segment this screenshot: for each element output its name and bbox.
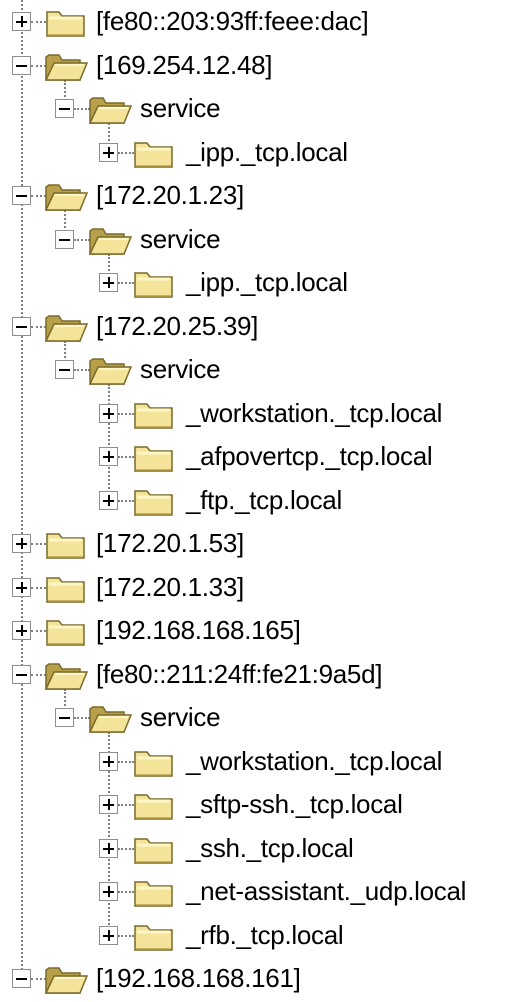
tree-item-level-0[interactable]: [192.168.168.165] [0,609,516,652]
tree-item-label: _sftp-ssh._tcp.local [186,789,403,819]
plus-expander-icon[interactable] [99,752,118,771]
tree-item-label: [169.254.12.48] [96,50,273,80]
tree-item-label: [172.20.25.39] [96,311,259,341]
plus-expander-icon[interactable] [99,273,118,292]
folder-closed-icon [44,613,88,649]
tree-item-level-0[interactable]: [172.20.1.33] [0,566,516,609]
tree-item-level-0[interactable]: [fe80::203:93ff:feee:dac] [0,0,516,43]
tree-item-label: _ftp._tcp.local [186,485,342,515]
minus-expander-icon[interactable] [12,186,31,205]
tree-item-label: _workstation._tcp.local [186,398,443,428]
tree-item-level-0[interactable]: [169.254.12.48] [0,44,516,87]
tree-item-label: _rfb._tcp.local [186,920,344,950]
minus-expander-icon[interactable] [55,708,74,727]
tree-item-label: _ssh._tcp.local [186,833,354,863]
folder-closed-icon [132,135,176,171]
minus-expander-icon[interactable] [55,230,74,249]
tree-item-level-2[interactable]: _net-assistant._udp.local [0,870,516,913]
plus-expander-icon[interactable] [99,143,118,162]
tree-item-label: [172.20.1.33] [96,572,244,602]
minus-expander-icon[interactable] [55,99,74,118]
folder-open-icon [88,700,133,736]
tree-item-level-1[interactable]: service [0,348,516,391]
plus-expander-icon[interactable] [12,621,31,640]
tree-item-level-2[interactable]: _ftp._tcp.local [0,479,516,522]
tree-item-label: _ipp._tcp.local [186,137,348,167]
folder-closed-icon [44,526,88,562]
folder-closed-icon [132,918,176,954]
folder-open-icon [88,91,133,127]
tree-item-label: [192.168.168.165] [96,615,301,645]
plus-expander-icon[interactable] [99,447,118,466]
tree-item-level-1[interactable]: service [0,87,516,130]
plus-expander-icon[interactable] [12,12,31,31]
plus-expander-icon[interactable] [99,491,118,510]
folder-closed-icon [44,4,88,40]
tree-item-label: _ipp._tcp.local [186,267,348,297]
minus-expander-icon[interactable] [12,969,31,988]
tree-item-level-2[interactable]: _sftp-ssh._tcp.local [0,783,516,826]
plus-expander-icon[interactable] [12,578,31,597]
tree-item-level-0[interactable]: [192.168.168.161] [0,957,516,1000]
minus-expander-icon[interactable] [55,360,74,379]
plus-expander-icon[interactable] [99,795,118,814]
folder-open-icon [44,961,89,997]
tree-item-label: service [140,93,221,123]
tree-item-level-0[interactable]: [fe80::211:24ff:fe21:9a5d] [0,653,516,696]
tree-item-level-1[interactable]: service [0,696,516,739]
tree-item-level-0[interactable]: [172.20.1.53] [0,522,516,565]
tree-view[interactable]: [fe80::203:93ff:feee:dac][169.254.12.48]… [0,0,516,994]
minus-expander-icon[interactable] [12,317,31,336]
folder-open-icon [44,657,89,693]
folder-closed-icon [132,483,176,519]
plus-expander-icon[interactable] [99,882,118,901]
tree-item-level-0[interactable]: [172.20.1.23] [0,174,516,217]
minus-expander-icon[interactable] [12,665,31,684]
folder-closed-icon [132,265,176,301]
tree-item-level-0[interactable]: [172.20.25.39] [0,305,516,348]
tree-item-label: service [140,702,221,732]
plus-expander-icon[interactable] [99,839,118,858]
folder-open-icon [88,222,133,258]
tree-item-label: [fe80::203:93ff:feee:dac] [96,6,369,36]
folder-closed-icon [132,396,176,432]
tree-item-level-2[interactable]: _ipp._tcp.local [0,261,516,304]
tree-item-level-2[interactable]: _rfb._tcp.local [0,914,516,957]
tree-item-label: [172.20.1.23] [96,180,244,210]
tree-item-label: _afpovertcp._tcp.local [186,441,433,471]
tree-item-level-2[interactable]: _workstation._tcp.local [0,740,516,783]
tree-item-label: service [140,224,221,254]
folder-closed-icon [132,787,176,823]
tree-item-level-2[interactable]: _ssh._tcp.local [0,827,516,870]
folder-closed-icon [132,831,176,867]
tree-item-level-2[interactable]: _workstation._tcp.local [0,392,516,435]
tree-item-level-1[interactable]: service [0,218,516,261]
tree-item-label: [172.20.1.53] [96,528,244,558]
folder-open-icon [44,48,89,84]
tree-item-level-2[interactable]: _afpovertcp._tcp.local [0,435,516,478]
tree-item-label: _workstation._tcp.local [186,746,443,776]
folder-closed-icon [132,874,176,910]
tree-item-level-2[interactable]: _ipp._tcp.local [0,131,516,174]
folder-closed-icon [132,744,176,780]
tree-item-label: _net-assistant._udp.local [186,876,467,906]
folder-open-icon [44,309,89,345]
plus-expander-icon[interactable] [99,926,118,945]
minus-expander-icon[interactable] [12,56,31,75]
tree-item-label: service [140,354,221,384]
folder-closed-icon [44,570,88,606]
plus-expander-icon[interactable] [12,534,31,553]
folder-closed-icon [132,439,176,475]
tree-item-label: [192.168.168.161] [96,963,301,993]
plus-expander-icon[interactable] [99,404,118,423]
tree-item-label: [fe80::211:24ff:fe21:9a5d] [96,659,383,689]
folder-open-icon [88,352,133,388]
folder-open-icon [44,178,89,214]
